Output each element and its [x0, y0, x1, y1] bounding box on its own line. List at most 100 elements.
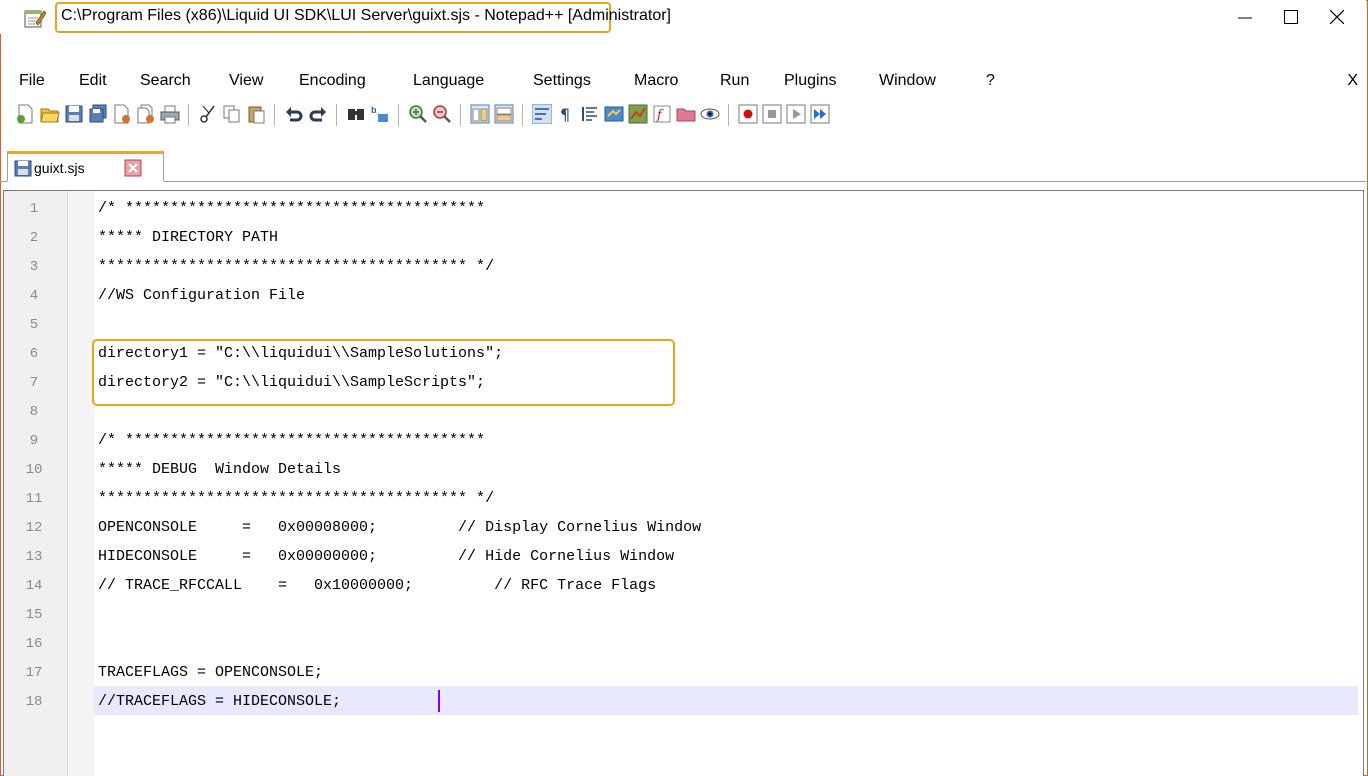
code-line[interactable]: 10 ***** DEBUG Window Details [0, 458, 1360, 487]
toolbar: b ¶ f [0, 98, 1366, 132]
line-number: 3 [29, 259, 39, 275]
code-text[interactable]: //WS Configuration File [98, 287, 305, 304]
function-list-icon[interactable]: f [652, 104, 672, 124]
print-icon[interactable] [160, 104, 180, 124]
line-number: 8 [29, 404, 39, 420]
zoom-in-icon[interactable] [408, 104, 428, 124]
menu-language[interactable]: Language [413, 72, 484, 90]
line-number: 4 [29, 288, 39, 304]
line-number: 1 [29, 201, 39, 217]
code-line[interactable]: 4 //WS Configuration File [0, 284, 1360, 313]
close-icon [1330, 10, 1344, 24]
monitoring-eye-icon[interactable] [700, 104, 720, 124]
code-text[interactable]: /* *************************************… [98, 200, 485, 217]
save-all-icon[interactable] [88, 104, 108, 124]
code-line[interactable]: 1 /* ************************************… [0, 197, 1360, 226]
find-icon[interactable] [346, 104, 366, 124]
menu-help[interactable]: ? [986, 72, 995, 90]
replace-icon[interactable]: b [370, 104, 390, 124]
directory-lines-highlight [92, 339, 675, 406]
cut-icon[interactable] [198, 104, 218, 124]
menu-edit[interactable]: Edit [79, 72, 107, 90]
code-text[interactable]: HIDECONSOLE = 0x00000000; // Hide Cornel… [98, 548, 674, 565]
record-macro-icon[interactable] [738, 104, 758, 124]
tab-label: guixt.sjs [34, 160, 85, 176]
code-text[interactable]: // TRACE_RFCCALL = 0x10000000; // RFC Tr… [98, 577, 656, 594]
maximize-button[interactable] [1268, 0, 1314, 34]
line-number: 11 [25, 491, 43, 507]
line-number: 2 [29, 230, 39, 246]
sync-horizontal-icon[interactable] [494, 104, 514, 124]
code-line[interactable]: 12 OPENCONSOLE = 0x00008000; // Display C… [0, 516, 1360, 545]
code-text[interactable]: ****************************************… [98, 258, 494, 275]
minimize-button[interactable] [1222, 0, 1268, 34]
menu-macro[interactable]: Macro [634, 72, 678, 90]
line-number: 14 [25, 578, 43, 594]
code-line[interactable]: 18 //TRACEFLAGS = HIDECONSOLE; [0, 690, 1360, 719]
menu-file[interactable]: File [19, 72, 45, 90]
paste-icon[interactable] [246, 104, 266, 124]
tab-close-icon[interactable] [124, 159, 142, 177]
menu-view[interactable]: View [229, 72, 263, 90]
menu-bar [0, 34, 1366, 60]
close-document-button[interactable]: X [1347, 72, 1358, 90]
line-number: 6 [29, 346, 39, 362]
code-line[interactable]: 9 /* ************************************… [0, 429, 1360, 458]
line-number: 10 [25, 462, 43, 478]
word-wrap-icon[interactable] [532, 104, 552, 124]
new-file-icon[interactable] [16, 104, 36, 124]
code-line[interactable]: 14 // TRACE_RFCCALL = 0x10000000; // RFC … [0, 574, 1360, 603]
title-bar[interactable]: C:\Program Files (x86)\Liquid UI SDK\LUI… [0, 0, 1366, 34]
line-number: 13 [25, 549, 43, 565]
menu-encoding[interactable]: Encoding [299, 72, 366, 90]
menu-window[interactable]: Window [879, 72, 936, 90]
folder-workspace-icon[interactable] [676, 104, 696, 124]
toolbar-separator [728, 104, 729, 126]
minimize-icon [1238, 17, 1252, 19]
code-text[interactable]: ***** DEBUG Window Details [98, 461, 341, 478]
run-macro-multiple-icon[interactable] [810, 104, 830, 124]
close-all-icon[interactable] [136, 104, 156, 124]
zoom-out-icon[interactable] [432, 104, 452, 124]
document-map-icon[interactable] [628, 104, 648, 124]
redo-icon[interactable] [308, 104, 328, 124]
sync-vertical-icon[interactable] [470, 104, 490, 124]
code-text[interactable]: /* *************************************… [98, 432, 485, 449]
code-line[interactable]: 15 [0, 603, 1360, 632]
line-number: 18 [25, 694, 43, 710]
stop-macro-icon[interactable] [762, 104, 782, 124]
show-all-characters-icon[interactable]: ¶ [556, 104, 576, 124]
play-macro-icon[interactable] [786, 104, 806, 124]
indent-guide-icon[interactable] [580, 104, 600, 124]
user-defined-language-icon[interactable] [604, 104, 624, 124]
save-icon[interactable] [64, 104, 84, 124]
code-line[interactable]: 11 **************************************… [0, 487, 1360, 516]
menu-settings[interactable]: Settings [533, 72, 591, 90]
code-line[interactable]: 2 ***** DIRECTORY PATH [0, 226, 1360, 255]
undo-icon[interactable] [284, 104, 304, 124]
code-line[interactable]: 17 TRACEFLAGS = OPENCONSOLE; [0, 661, 1360, 690]
menu-search[interactable]: Search [140, 72, 191, 90]
code-text[interactable]: ****************************************… [98, 490, 494, 507]
code-text[interactable]: TRACEFLAGS = OPENCONSOLE; [98, 664, 323, 681]
code-line[interactable]: 13 HIDECONSOLE = 0x00000000; // Hide Corn… [0, 545, 1360, 574]
open-file-icon[interactable] [40, 104, 60, 124]
code-text[interactable]: OPENCONSOLE = 0x00008000; // Display Cor… [98, 519, 701, 536]
code-line[interactable]: 16 [0, 632, 1360, 661]
copy-icon[interactable] [222, 104, 242, 124]
line-number: 5 [29, 317, 39, 333]
line-number: 15 [25, 607, 43, 623]
menu-run[interactable]: Run [720, 72, 749, 90]
code-text[interactable]: //TRACEFLAGS = HIDECONSOLE; [98, 693, 341, 710]
menu-plugins[interactable]: Plugins [784, 72, 836, 90]
line-number: 7 [29, 375, 39, 391]
toolbar-separator [274, 104, 275, 126]
code-text[interactable]: ***** DIRECTORY PATH [98, 229, 278, 246]
close-window-button[interactable] [1314, 0, 1360, 34]
close-file-icon[interactable] [112, 104, 132, 124]
code-line[interactable]: 5 [0, 313, 1360, 342]
toolbar-separator [336, 104, 337, 126]
line-number: 9 [29, 433, 39, 449]
line-number: 12 [25, 520, 43, 536]
code-line[interactable]: 3 ***************************************… [0, 255, 1360, 284]
